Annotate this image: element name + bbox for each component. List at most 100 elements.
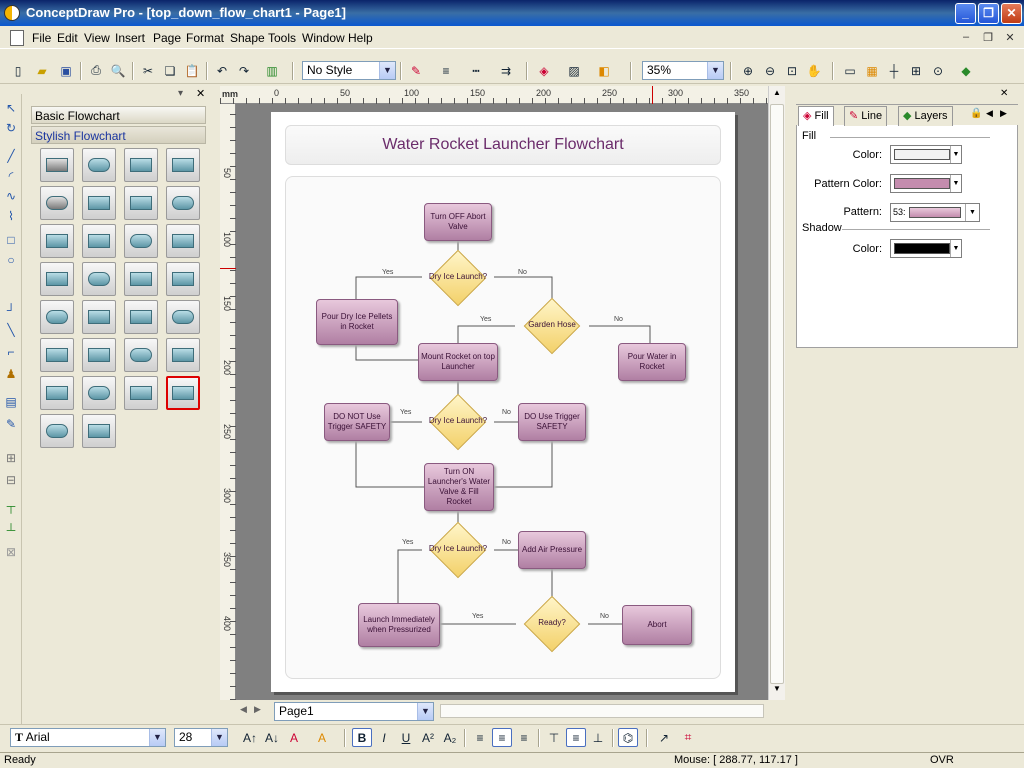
decision-node[interactable]: Garden Hose	[515, 297, 589, 355]
line-style-icon[interactable]: ┅	[466, 61, 486, 80]
ruler-icon[interactable]: ▭	[840, 61, 860, 80]
align-bottom-icon[interactable]: ⊥	[588, 728, 608, 747]
library-shape[interactable]	[82, 224, 116, 258]
decision-node[interactable]: Dry Ice Launch?	[421, 249, 495, 307]
snap-grid-icon[interactable]: ⊞	[906, 61, 926, 80]
library-shape[interactable]	[82, 300, 116, 334]
shadow-color-picker[interactable]: ▼	[890, 239, 962, 258]
line-color-icon[interactable]: ✎	[406, 61, 426, 80]
tab-scroll-right-icon[interactable]: ▶	[1000, 108, 1007, 119]
page[interactable]: Water Rocket Launcher Flowchart Turn OFF…	[271, 112, 735, 692]
align-right-icon[interactable]: ≡	[514, 728, 534, 747]
pattern-color-picker[interactable]: ▼	[890, 174, 962, 193]
print-preview-icon[interactable]: 🔍	[108, 61, 128, 80]
library-shape[interactable]	[166, 262, 200, 296]
library-shape[interactable]	[40, 338, 74, 372]
subscript-icon[interactable]: A₂	[440, 728, 460, 747]
library-shape[interactable]	[82, 148, 116, 182]
pan-hand-icon[interactable]: ✋	[804, 61, 824, 80]
library-shape[interactable]	[166, 300, 200, 334]
copy-icon[interactable]: ❏	[160, 61, 180, 80]
shadow-icon[interactable]: ◧	[594, 61, 614, 80]
flow-node[interactable]: DO Use Trigger SAFETY	[518, 403, 586, 441]
text-highlight-icon[interactable]: A	[312, 728, 332, 747]
library-shape[interactable]	[40, 414, 74, 448]
italic-icon[interactable]: I	[374, 728, 394, 747]
guides-icon[interactable]: ┼	[884, 61, 904, 80]
library-shape[interactable]	[40, 186, 74, 220]
library-shape[interactable]	[82, 338, 116, 372]
vertical-scrollbar[interactable]: ▲ ▼	[768, 86, 785, 700]
direct-connect-icon[interactable]: ┬	[3, 498, 19, 514]
library-shape[interactable]	[40, 224, 74, 258]
bend-connect-icon[interactable]: ┴	[3, 522, 19, 538]
minimize-button[interactable]: _	[955, 3, 976, 24]
save-icon[interactable]: ▣	[56, 61, 76, 80]
zoom-in-icon[interactable]: ⊕	[738, 61, 758, 80]
flow-node[interactable]: Abort	[622, 605, 692, 645]
flow-node[interactable]: Launch Immediately when Pressurized	[358, 603, 440, 647]
grow-font-icon[interactable]: A↑	[240, 728, 260, 747]
line-tool-icon[interactable]: ╱	[3, 148, 19, 164]
decision-node[interactable]: Dry Ice Launch?	[421, 393, 495, 451]
library-tab-stylish[interactable]: Stylish Flowchart	[31, 126, 206, 144]
line-ends-icon[interactable]: ⇉	[496, 61, 516, 80]
library-shape[interactable]	[166, 376, 200, 410]
align-middle-icon[interactable]: ≡	[566, 728, 586, 747]
scroll-thumb[interactable]	[770, 104, 784, 684]
chain-tool-icon[interactable]: ⌐	[3, 344, 19, 360]
tab-layers[interactable]: ◆ Layers	[898, 106, 953, 126]
zoom-area-icon[interactable]: ⊡	[782, 61, 802, 80]
align-top-icon[interactable]: ⊤	[544, 728, 564, 747]
pointer-tool-icon[interactable]: ↖	[3, 100, 19, 116]
rotate-tool-icon[interactable]: ↻	[3, 120, 19, 136]
page-prev-icon[interactable]: ◀	[240, 704, 247, 715]
arc-tool-icon[interactable]: ◜	[3, 168, 19, 184]
library-shape[interactable]	[40, 300, 74, 334]
shrink-font-icon[interactable]: A↓	[262, 728, 282, 747]
library-shape[interactable]	[82, 376, 116, 410]
library-shape[interactable]	[82, 186, 116, 220]
underline-icon[interactable]: U	[396, 728, 416, 747]
stamp-tool-icon[interactable]: ♟	[3, 366, 19, 382]
fill-color-picker[interactable]: ▼	[890, 145, 962, 164]
redo-icon[interactable]: ↷	[234, 61, 254, 80]
zoom-out-icon[interactable]: ⊖	[760, 61, 780, 80]
mdi-close-button[interactable]: ✕	[1002, 31, 1018, 45]
menu-file[interactable]: File	[32, 31, 51, 45]
menu-shape[interactable]: Shape	[230, 31, 265, 45]
library-shape[interactable]	[166, 338, 200, 372]
bezier-tool-icon[interactable]: ⌇	[3, 208, 19, 224]
library-shape[interactable]	[40, 262, 74, 296]
grid-icon[interactable]: ▦	[862, 61, 882, 80]
library-shape[interactable]	[82, 262, 116, 296]
flow-node[interactable]: Turn ON Launcher's Water Valve & Fill Ro…	[424, 463, 494, 511]
flow-node[interactable]: Turn OFF Abort Valve	[424, 203, 492, 241]
text-rotate-icon[interactable]: ↗	[654, 728, 674, 747]
superscript-icon[interactable]: A²	[418, 728, 438, 747]
library-shape[interactable]	[124, 262, 158, 296]
library-tab-basic[interactable]: Basic Flowchart	[31, 106, 206, 124]
zoom-select[interactable]: 35% ▼	[642, 61, 724, 80]
align-center-icon[interactable]: ≡	[492, 728, 512, 747]
rectangle-tool-icon[interactable]: □	[3, 232, 19, 248]
flow-node[interactable]: Pour Dry Ice Pellets in Rocket	[316, 299, 398, 345]
library-shape[interactable]	[166, 224, 200, 258]
pattern-select[interactable]: 53: ▼	[890, 203, 980, 222]
page-select[interactable]: Page1 ▼	[274, 702, 434, 721]
scroll-down-icon[interactable]: ▼	[770, 684, 784, 698]
ellipse-tool-icon[interactable]: ○	[3, 252, 19, 268]
print-icon[interactable]: ⎙	[86, 61, 106, 80]
panel-pin-icon[interactable]: ▾	[178, 88, 183, 99]
tab-fill[interactable]: ◈ Fill	[798, 106, 834, 126]
smart-connector-icon[interactable]: ╲	[3, 322, 19, 338]
mdi-restore-button[interactable]: ❐	[980, 31, 996, 45]
font-family-select[interactable]: T Arial ▼	[10, 728, 166, 747]
bold-icon[interactable]: B	[352, 728, 372, 747]
align-left-icon[interactable]: ≡	[470, 728, 490, 747]
tab-lock-icon[interactable]: 🔒	[970, 108, 982, 119]
tab-line[interactable]: ✎ Line	[844, 106, 888, 126]
page-next-icon[interactable]: ▶	[254, 704, 261, 715]
scroll-up-icon[interactable]: ▲	[770, 88, 784, 102]
maximize-button[interactable]: ❐	[978, 3, 999, 24]
